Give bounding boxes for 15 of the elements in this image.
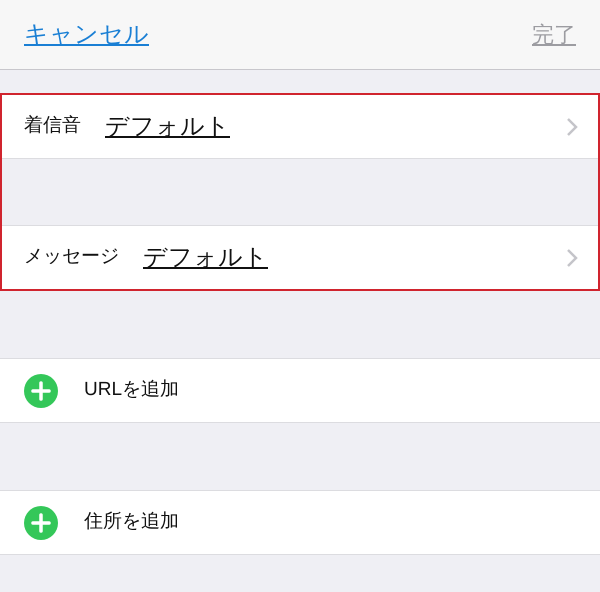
add-label: 住所を追加 <box>84 510 179 534</box>
add-row[interactable]: 住所を追加 <box>0 490 600 555</box>
setting-row[interactable]: メッセージ デフォルト <box>2 226 598 289</box>
setting-value: デフォルト <box>143 242 268 272</box>
add-row[interactable]: URLを追加 <box>0 358 600 423</box>
add-label: URLを追加 <box>84 378 180 402</box>
setting-label: メッセージ <box>24 245 119 270</box>
chevron-icon <box>566 116 578 136</box>
setting-value: デフォルト <box>105 112 230 142</box>
chevron-icon <box>566 248 578 268</box>
add-icon <box>24 506 58 540</box>
cancel-button[interactable]: キャンセル <box>24 16 149 52</box>
setting-row[interactable]: 着信音 デフォルト <box>2 95 598 158</box>
setting-label: 着信音 <box>24 114 81 138</box>
add-icon <box>24 374 58 408</box>
